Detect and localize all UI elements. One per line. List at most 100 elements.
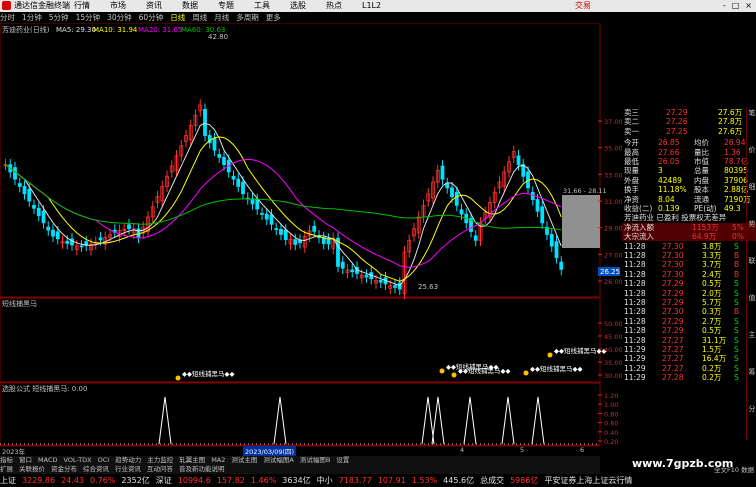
indicator-tab[interactable]: 设置 bbox=[336, 456, 349, 465]
indicator-tab[interactable]: MACD bbox=[38, 456, 57, 465]
trade-button[interactable]: 交易 bbox=[575, 0, 591, 12]
extension-tab[interactable]: 互动问答 bbox=[147, 465, 173, 474]
indicator-tab[interactable]: 指标 bbox=[0, 456, 13, 465]
menu-item-l1l2[interactable]: L1L2 bbox=[362, 0, 381, 12]
period-tab[interactable]: 30分钟 bbox=[107, 12, 132, 23]
candle-body bbox=[236, 178, 241, 187]
period-tab[interactable]: 60分钟 bbox=[139, 12, 164, 23]
quote-tab[interactable]: 价 bbox=[746, 145, 756, 181]
tick-price: 27.27 bbox=[662, 345, 684, 354]
ask-label: 卖一 bbox=[624, 126, 639, 136]
stat-row: 外盘 42489 内盘 37906 bbox=[622, 176, 756, 185]
tick-dir: S bbox=[734, 326, 739, 336]
extension-tab[interactable]: 行业资讯 bbox=[115, 465, 141, 474]
period-tab[interactable]: 5分钟 bbox=[49, 12, 69, 23]
candle-body bbox=[79, 245, 84, 248]
candle-body bbox=[231, 175, 236, 180]
indicator-tab[interactable]: 趋势动力 bbox=[115, 456, 141, 465]
ma20-legend: MA20: 31.65 bbox=[138, 26, 182, 34]
menu-item-select[interactable]: 选股 bbox=[290, 0, 306, 12]
main-y-tick: 31.00 bbox=[604, 198, 622, 206]
signal-spike bbox=[421, 396, 435, 445]
indicator-tab[interactable]: 主力监控 bbox=[147, 456, 173, 465]
menu-item-hot[interactable]: 热点 bbox=[326, 0, 342, 12]
extension-tab[interactable]: 关联报价 bbox=[19, 465, 45, 474]
minimize-button[interactable]: - bbox=[723, 0, 726, 12]
period-tab[interactable]: 15分钟 bbox=[76, 12, 101, 23]
stat-value: 42489 bbox=[658, 175, 682, 185]
candle-body bbox=[516, 155, 521, 166]
menu-item-data[interactable]: 数据 bbox=[182, 0, 198, 12]
quote-tab[interactable]: 值 bbox=[746, 293, 756, 329]
tick-price: 27.29 bbox=[662, 316, 684, 326]
menu-item-tools[interactable]: 工具 bbox=[254, 0, 270, 12]
stat-label: 今开 bbox=[624, 138, 639, 148]
ind1-y-tick: 30.00 bbox=[604, 372, 622, 380]
index-amount: 2352亿 bbox=[121, 476, 150, 485]
maximize-button[interactable]: □ bbox=[732, 0, 740, 12]
high-price-label: 42.80 bbox=[208, 33, 228, 41]
tick-price: 27.30 bbox=[662, 307, 684, 317]
indicator-tab[interactable]: 测试主图 bbox=[231, 456, 257, 465]
quote-tab[interactable]: 联 bbox=[746, 256, 756, 292]
close-button[interactable]: × bbox=[745, 0, 752, 12]
extension-tab[interactable]: 资金分布 bbox=[51, 465, 77, 474]
quote-tab[interactable]: 势 bbox=[746, 219, 756, 255]
period-tab[interactable]: 多周期 bbox=[236, 12, 259, 23]
quote-tab[interactable]: 笔 bbox=[746, 108, 756, 144]
index-name[interactable]: 上证 bbox=[0, 474, 16, 487]
index-name[interactable]: 中小 bbox=[317, 474, 333, 487]
index-pct: 0.76% bbox=[90, 476, 116, 485]
extension-tab[interactable]: 扩展 bbox=[0, 465, 13, 474]
indicator-tab[interactable]: 窗口 bbox=[19, 456, 32, 465]
candle-body bbox=[454, 191, 459, 206]
period-tab[interactable]: 1分钟 bbox=[22, 12, 42, 23]
tick-time: 11:28 bbox=[624, 279, 646, 289]
extension-tab[interactable]: 普及新功能说明 bbox=[179, 465, 225, 474]
quote-tab[interactable]: 细 bbox=[746, 182, 756, 218]
tick-vol: 0.2万 bbox=[702, 363, 722, 373]
tick-time: 11:28 bbox=[624, 298, 646, 307]
extension-tab[interactable]: 综合资讯 bbox=[83, 465, 109, 474]
indicator-tab[interactable]: 轧翼主图 bbox=[179, 456, 205, 465]
tick-dir: B bbox=[734, 260, 740, 270]
tick-row: 11:28 27.29 0.5万 S bbox=[622, 326, 756, 335]
stat-label: 外盘 bbox=[624, 175, 639, 185]
candle-body bbox=[549, 234, 554, 247]
index-name[interactable]: 深证 bbox=[156, 474, 172, 487]
tick-time: 11:28 bbox=[624, 251, 646, 260]
menu-item-market[interactable]: 市场 bbox=[110, 0, 126, 12]
indicator-tab[interactable]: 测试幅图B bbox=[300, 456, 330, 465]
indicator-tab[interactable]: OCI bbox=[98, 456, 110, 465]
indicator-tab[interactable]: MA2 bbox=[211, 456, 225, 465]
stat-label: 最低 bbox=[624, 157, 639, 166]
low-price-label: 25.63 bbox=[418, 283, 438, 291]
index-change: 24.43 bbox=[61, 476, 84, 485]
ind1-y-tick: 50.00 bbox=[604, 320, 622, 328]
menu-item-topic[interactable]: 专题 bbox=[218, 0, 234, 12]
quote-tab[interactable]: 主 bbox=[746, 330, 756, 366]
indicator-tab[interactable]: VOL-TDX bbox=[63, 456, 91, 465]
tick-row: 11:29 27.28 0.2万 S bbox=[622, 373, 756, 382]
indicator-tab[interactable]: 测试幅图A bbox=[263, 456, 293, 465]
tick-vol: 0.5万 bbox=[702, 279, 722, 289]
tick-dir: S bbox=[734, 316, 739, 326]
period-tab[interactable]: 月线 bbox=[214, 12, 229, 23]
menu-item-hq[interactable]: 行情 bbox=[74, 0, 90, 12]
main-y-tick: 35.00 bbox=[604, 145, 622, 153]
index-name[interactable]: 总成交 bbox=[480, 474, 504, 487]
menu-item-news[interactable]: 资讯 bbox=[146, 0, 162, 12]
stat-row: 现量 3 总量 80395 bbox=[622, 166, 756, 175]
period-tab[interactable]: 更多 bbox=[266, 12, 281, 23]
period-tab[interactable]: 分时 bbox=[0, 12, 15, 23]
chart-area[interactable]: ◆◆短线捕黑马◆◆◆◆短线捕黑马◆◆◆◆短线捕黑马◆◆ ◆◆短线捕黑马◆◆◆◆短线… bbox=[0, 23, 622, 447]
tick-dir: S bbox=[734, 345, 739, 354]
quote-tab[interactable]: 筹 bbox=[746, 367, 756, 403]
stat-value: 78.7亿 bbox=[724, 157, 749, 166]
period-tab[interactable]: 日线 bbox=[170, 12, 185, 23]
tick-price: 27.27 bbox=[662, 354, 684, 364]
candle-body bbox=[326, 238, 331, 245]
period-tab[interactable]: 周线 bbox=[192, 12, 207, 23]
index-change: 157.82 bbox=[216, 476, 245, 485]
quote-tab[interactable]: 分 bbox=[746, 404, 756, 440]
